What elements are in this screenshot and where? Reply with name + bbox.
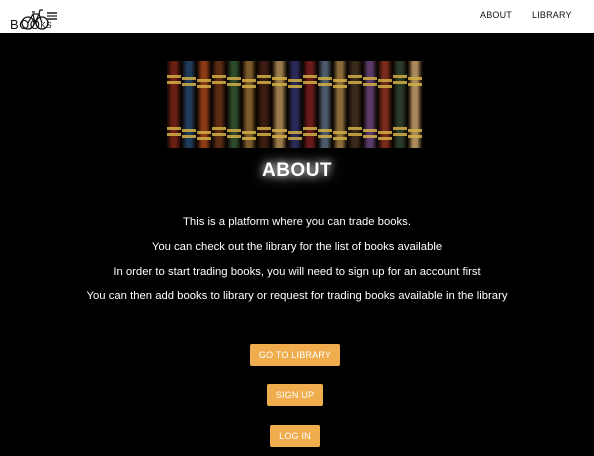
log-in-button[interactable]: LOG IN	[270, 425, 320, 447]
book-spine	[362, 61, 378, 148]
sign-up-button[interactable]: SIGN UP	[267, 384, 323, 406]
about-paragraph-3: In order to start trading books, you wil…	[113, 266, 481, 278]
book-spine	[347, 61, 363, 148]
logo-text: BOOKS	[10, 17, 52, 32]
book-spine	[287, 61, 303, 148]
book-spine	[197, 61, 213, 148]
books-banner-image	[167, 61, 423, 148]
book-spine	[272, 61, 288, 148]
navbar: BOOKS ABOUT LIBRARY	[0, 0, 594, 33]
nav-link-library[interactable]: LIBRARY	[532, 10, 572, 20]
about-paragraph-2: You can check out the library for the li…	[151, 241, 443, 253]
book-spine	[332, 61, 348, 148]
nav-link-about[interactable]: ABOUT	[480, 10, 512, 20]
book-spine	[377, 61, 393, 148]
book-spine	[302, 61, 318, 148]
book-spine	[167, 61, 183, 148]
book-spine	[317, 61, 333, 148]
book-spine	[392, 61, 408, 148]
book-spine	[408, 61, 423, 148]
book-spine	[212, 61, 228, 148]
logo[interactable]: BOOKS	[8, 5, 64, 32]
page-title: ABOUT	[261, 160, 333, 181]
book-spine	[257, 61, 273, 148]
book-spine	[227, 61, 243, 148]
go-to-library-button[interactable]: GO TO LIBRARY	[250, 344, 340, 366]
about-paragraph-4: You can then add books to library or req…	[86, 290, 508, 302]
logo-text-main: BOO	[10, 17, 41, 32]
logo-text-small: KS	[40, 21, 53, 30]
book-spine	[182, 61, 198, 148]
about-paragraph-1: This is a platform where you can trade b…	[183, 216, 411, 228]
book-spine	[242, 61, 258, 148]
